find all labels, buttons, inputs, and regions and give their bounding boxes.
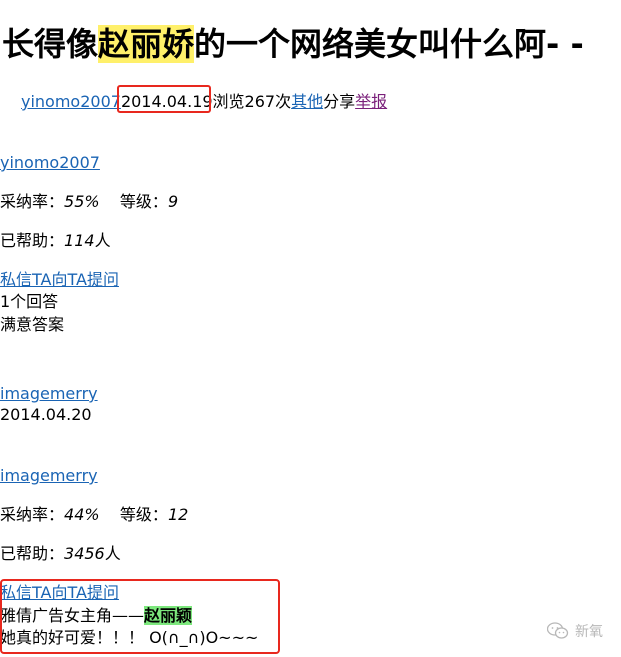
views-count: 浏览267次 [212,92,292,111]
message-ask-link[interactable]: 私信TA向TA提问 [0,270,119,289]
answerer-3-stats: 采纳率：44% 等级：12 [0,504,188,526]
satisfied-answer-label: 满意答案 [0,315,65,334]
answer-count: 1个回答 [0,292,59,311]
answerer-2-name[interactable]: imagemerry [0,383,98,405]
answerer-3-link[interactable]: imagemerry [0,466,98,485]
helped-value: 114 [64,231,95,250]
watermark-text: 新氧 [575,624,603,640]
level-label: 等级： [119,192,168,211]
adoption-rate-label: 采纳率： [0,192,65,211]
annotation-box-answer [0,579,280,654]
answerer-1-stats: 采纳率：55% 等级：9 [0,191,178,213]
report-link[interactable]: 举报 [355,92,387,111]
wechat-icon [547,622,569,640]
share-text[interactable]: 分享 [323,92,355,111]
annotation-box-date [117,85,211,113]
title-highlight: 赵丽娇 [98,25,195,63]
helped-label: 已帮助： [0,231,65,250]
other-link[interactable]: 其他 [291,92,323,111]
answerer-1-helped: 已帮助：114人 [0,230,111,252]
helped-unit: 人 [94,231,111,250]
level-value: 9 [167,192,179,211]
helped-value: 3456 [64,544,105,563]
watermark: 新氧 [547,621,603,641]
answerer-1-link[interactable]: yinomo2007 [0,153,100,172]
title-suffix: 的一个网络美女叫什么阿- - [194,25,584,63]
helped-label: 已帮助： [0,544,65,563]
page-title: 长得像赵丽娇的一个网络美女叫什么阿- - [2,22,584,66]
adoption-rate-label: 采纳率： [0,505,65,524]
answerer-3-helped: 已帮助：3456人 [0,543,121,565]
author-link[interactable]: yinomo2007 [21,92,121,111]
answerer-1-message[interactable]: 私信TA向TA提问 [0,269,119,291]
title-prefix: 长得像 [2,25,99,63]
adoption-rate-value: 55% [64,192,100,211]
helped-unit: 人 [104,544,121,563]
answer-2-date: 2014.04.20 [0,405,92,424]
answerer-3-name[interactable]: imagemerry [0,465,98,487]
adoption-rate-value: 44% [64,505,100,524]
level-label: 等级： [119,505,168,524]
answerer-2-link[interactable]: imagemerry [0,384,98,403]
level-value: 12 [167,505,189,524]
answerer-1-name[interactable]: yinomo2007 [0,152,100,174]
